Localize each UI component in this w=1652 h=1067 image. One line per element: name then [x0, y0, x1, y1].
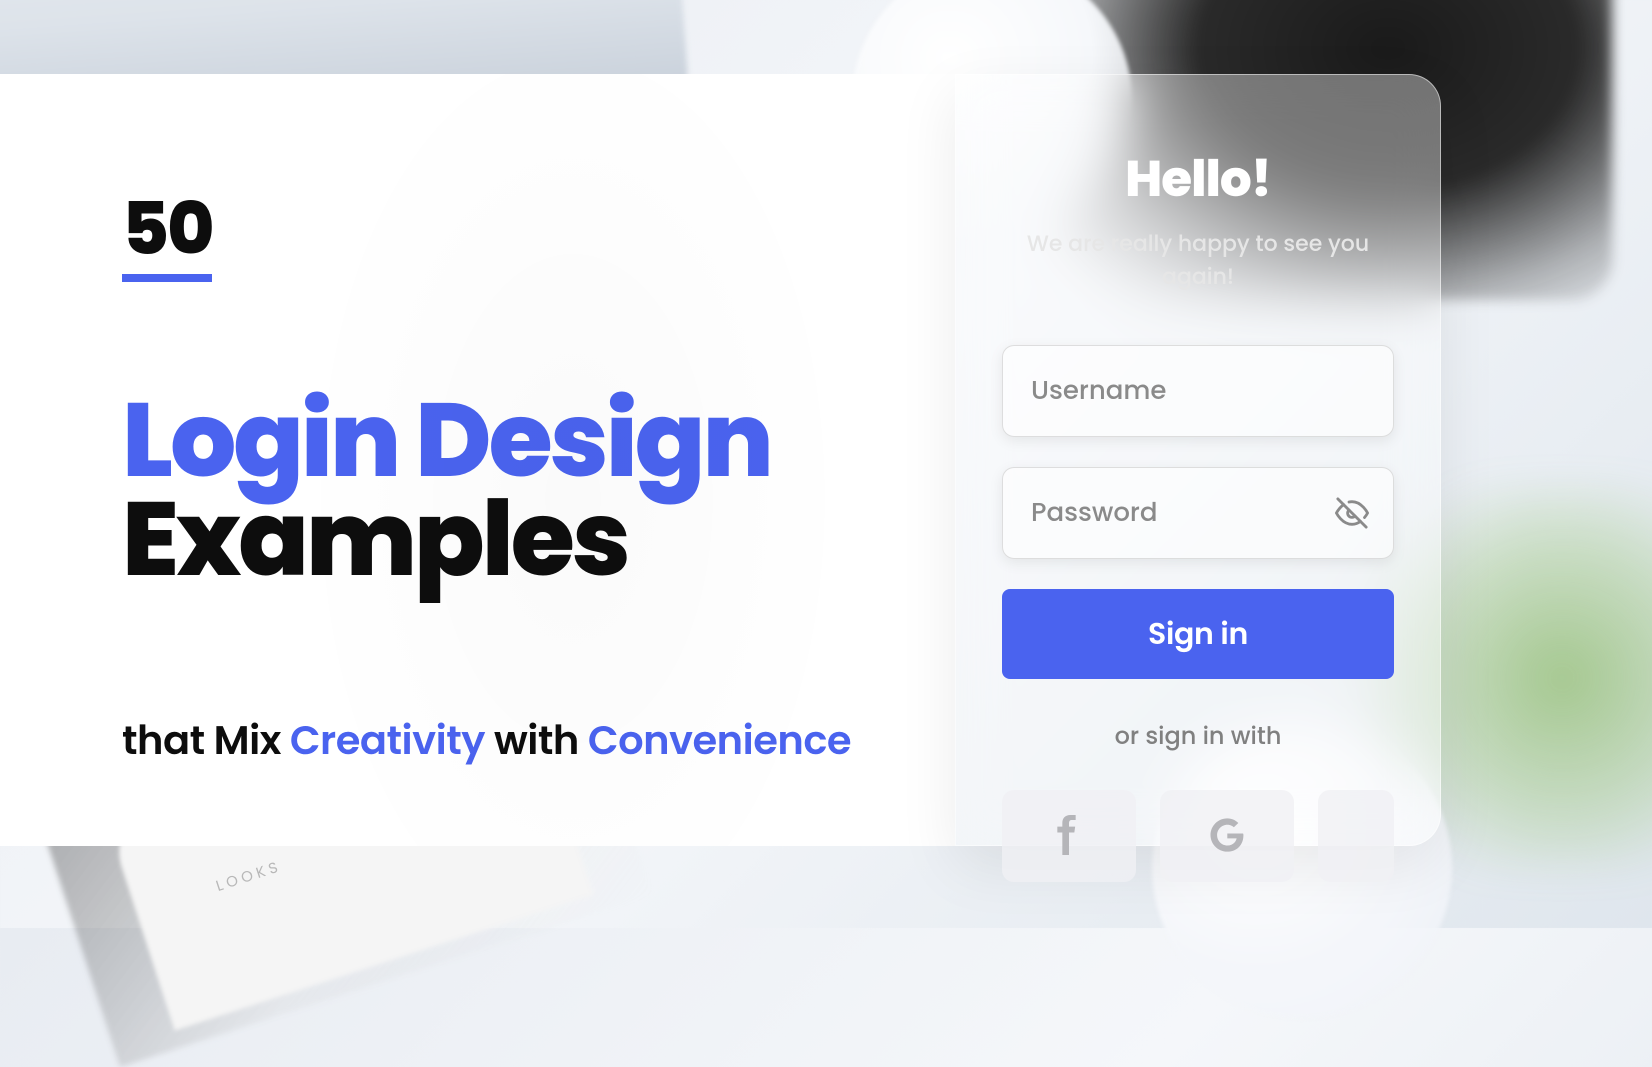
signin-button[interactable]: Sign in — [1002, 589, 1394, 679]
social-button-3[interactable] — [1318, 790, 1394, 882]
hero-subtitle: that Mix Creativity with Convenience — [122, 710, 955, 770]
hero-panel: 50 Login Design Examples that Mix Creati… — [0, 74, 955, 846]
subtitle-accent-1: Creativity — [290, 712, 485, 768]
username-input[interactable] — [1031, 372, 1365, 411]
facebook-button[interactable] — [1002, 790, 1136, 882]
subtitle-accent-2: Convenience — [588, 712, 851, 768]
login-subgreeting: We are really happy to see you again! — [1002, 227, 1394, 293]
username-field-wrapper[interactable] — [1002, 345, 1394, 437]
or-signin-label: or sign in with — [1002, 719, 1394, 754]
login-card: Hello! We are really happy to see you ag… — [955, 74, 1441, 846]
google-button[interactable] — [1160, 790, 1294, 882]
hero-title-line-2: Examples — [122, 491, 955, 590]
password-input[interactable] — [1031, 494, 1365, 533]
google-icon — [1207, 815, 1247, 858]
facebook-icon — [1049, 815, 1089, 858]
hero-number: 50 — [122, 194, 212, 282]
login-greeting: Hello! — [1002, 141, 1394, 217]
subtitle-pre: that Mix — [122, 712, 290, 768]
eye-off-icon[interactable] — [1335, 496, 1369, 530]
password-field-wrapper[interactable] — [1002, 467, 1394, 559]
hero-title: Login Design Examples — [122, 392, 955, 590]
subtitle-mid: with — [485, 712, 588, 768]
social-row — [1002, 790, 1394, 882]
